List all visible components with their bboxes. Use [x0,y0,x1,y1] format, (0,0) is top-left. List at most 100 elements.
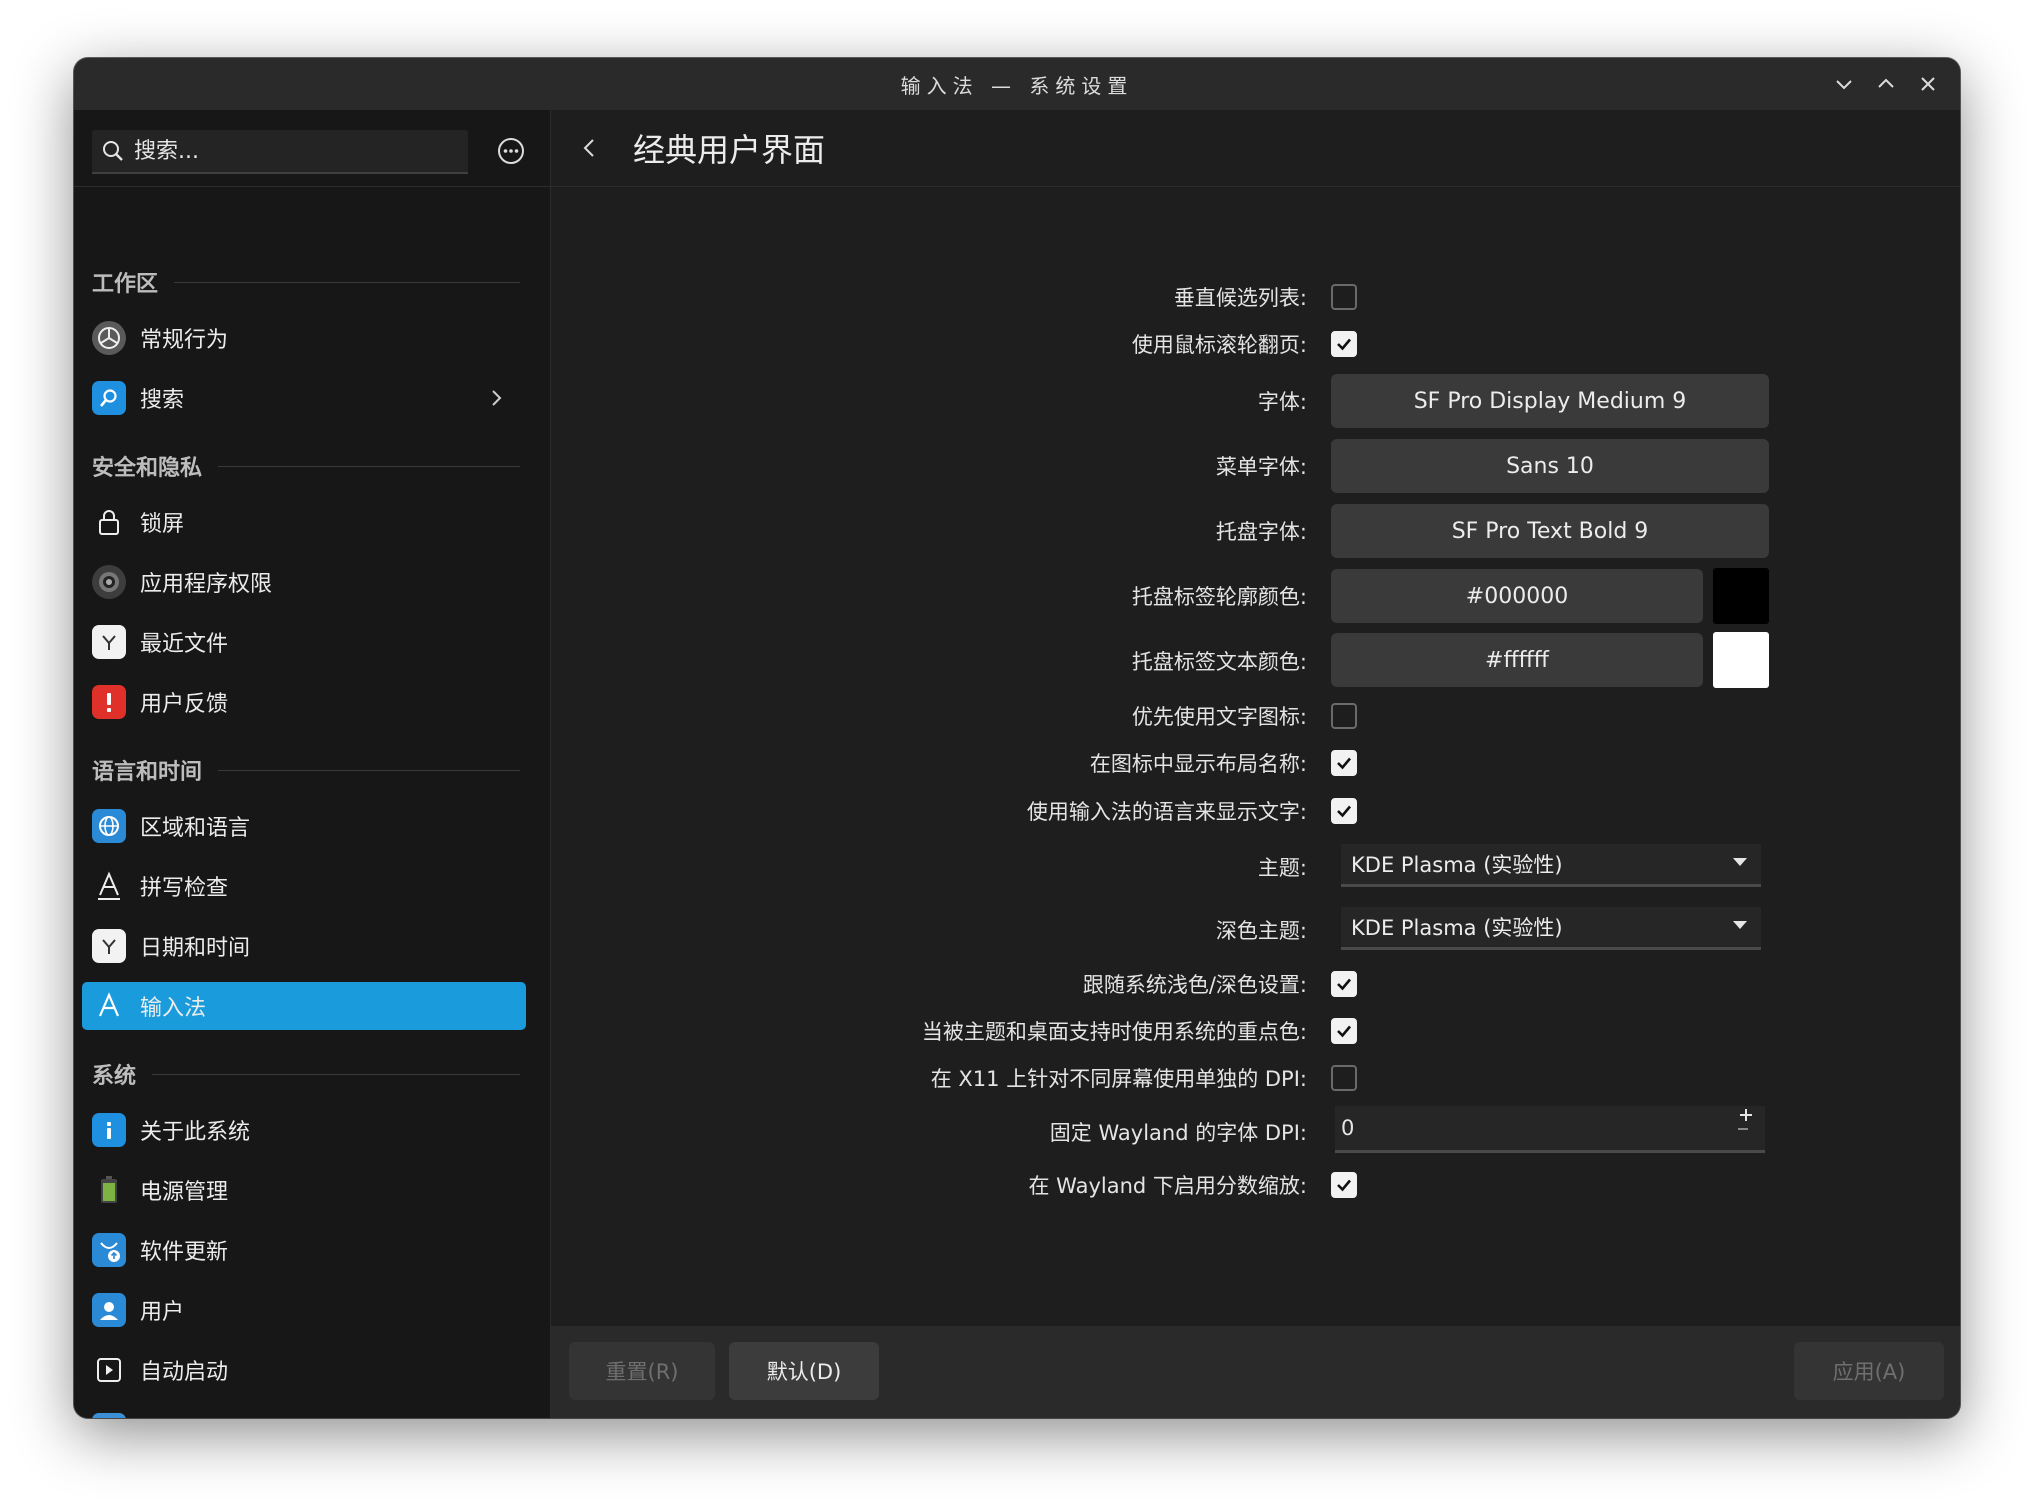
tray-font-select-button[interactable]: SF Pro Text Bold 9 [1331,504,1769,558]
sidebar-item-feedback[interactable]: 用户反馈 [82,678,526,726]
input-method-icon [92,989,126,1023]
search-input[interactable] [132,137,456,165]
wayland-fractional-label: 在 Wayland 下启用分数缩放: [1028,1174,1308,1198]
app-permissions-icon [92,565,126,599]
use-im-language-label: 使用输入法的语言来显示文字: [1026,800,1307,824]
sidebar-item-label: 应用程序权限 [140,572,273,597]
show-layout-name-checkbox[interactable] [1331,750,1357,776]
sidebar-item-label: 输入法 [140,996,207,1021]
accent-color-label: 当被主题和桌面支持时使用系统的重点色: [921,1020,1307,1044]
sidebar-item-region-language[interactable]: 区域和语言 [82,802,526,850]
font-select-button[interactable]: SF Pro Display Medium 9 [1331,374,1769,428]
feedback-icon [92,685,126,719]
close-button[interactable] [1912,68,1944,100]
spellcheck-icon [92,869,126,903]
wayland-dpi-label: 固定 Wayland 的字体 DPI: [1049,1121,1307,1145]
spinbox-stepper[interactable] [1735,1106,1757,1150]
user-icon [92,1293,126,1327]
title-bar: 输入法 — 系统设置 [74,58,1960,110]
theme-label: 主题: [1257,856,1307,880]
tray-text-color-swatch[interactable] [1713,632,1769,688]
sidebar-item-label: 自动启动 [140,1360,229,1385]
section-system: 系统 [92,1054,520,1094]
search-box[interactable] [92,130,468,174]
use-im-language-checkbox[interactable] [1331,798,1357,824]
prefer-text-icon-checkbox[interactable] [1331,703,1357,729]
sidebar-item-software-update[interactable]: 软件更新 [82,1226,526,1274]
section-label: 安全和隐私 [92,456,203,481]
section-language-time: 语言和时间 [92,750,520,790]
chevron-up-icon [1878,78,1894,88]
accent-color-checkbox[interactable] [1331,1018,1357,1044]
apply-button[interactable]: 应用(A) [1794,1342,1944,1400]
sidebar-header [74,110,550,187]
sidebar-item-label: 最近文件 [140,632,229,657]
dark-theme-select[interactable]: KDE Plasma (实验性) [1341,907,1761,950]
session-icon [92,1413,126,1418]
clock-icon [92,929,126,963]
sidebar-item-label: 区域和语言 [140,816,251,841]
chevron-down-icon [1836,80,1852,90]
more-options-button[interactable] [494,134,528,168]
sidebar-item-label: 用户反馈 [140,692,229,717]
section-workspace: 工作区 [92,262,520,302]
lock-icon [92,505,126,539]
wayland-fractional-checkbox[interactable] [1331,1172,1357,1198]
sidebar: 工作区 常规行为 搜索 安全和隐私 锁屏 [74,110,550,1418]
checkmark-icon [1337,978,1351,991]
prefer-text-icon-label: 优先使用文字图标: [1131,705,1307,729]
sidebar-item-label: 用户 [140,1300,185,1325]
tray-outline-color-button[interactable]: #000000 [1331,569,1703,623]
checkmark-icon [1337,338,1351,351]
sidebar-item-app-permissions[interactable]: 应用程序权限 [82,558,526,606]
increment-icon [1740,1109,1752,1121]
sidebar-item-autostart[interactable]: 自动启动 [82,1346,526,1394]
main-panel: 经典用户界面 垂直候选列表: 使用鼠标滚轮翻页: 字体: SF Pro Disp… [550,110,1960,1418]
sidebar-item-search[interactable]: 搜索 [82,374,526,422]
sidebar-item-session[interactable]: 会话 [82,1406,526,1418]
maximize-button[interactable] [1870,68,1902,100]
sidebar-item-power[interactable]: 电源管理 [82,1166,526,1214]
sidebar-item-label: 会话 [140,1414,184,1418]
dark-theme-value: KDE Plasma (实验性) [1351,916,1563,940]
software-update-icon [92,1233,126,1267]
sidebar-item-label: 常规行为 [140,328,229,353]
section-security-privacy: 安全和隐私 [92,446,520,486]
tray-font-label: 托盘字体: [1215,520,1307,544]
sidebar-item-general-behavior[interactable]: 常规行为 [82,314,526,362]
globe-icon [92,809,126,843]
theme-select[interactable]: KDE Plasma (实验性) [1341,844,1761,887]
sidebar-item-input-method[interactable]: 输入法 [82,982,526,1030]
tray-text-color-button[interactable]: #ffffff [1331,633,1703,687]
autostart-icon [92,1353,126,1387]
sidebar-item-label: 搜索 [140,388,185,413]
sidebar-item-about-system[interactable]: 关于此系统 [82,1106,526,1154]
section-label: 工作区 [92,272,159,297]
sidebar-item-date-time[interactable]: 日期和时间 [82,922,526,970]
tray-outline-color-swatch[interactable] [1713,568,1769,624]
sidebar-item-lock-screen[interactable]: 锁屏 [82,498,526,546]
menu-font-select-button[interactable]: Sans 10 [1331,439,1769,493]
wayland-dpi-spinbox[interactable]: 0 [1335,1106,1765,1153]
sidebar-item-label: 锁屏 [140,512,185,537]
sidebar-item-spellcheck[interactable]: 拼写检查 [82,862,526,910]
settings-form: 垂直候选列表: 使用鼠标滚轮翻页: 字体: SF Pro Display Med… [551,110,1960,1310]
chevron-right-icon [484,386,508,410]
x11-dpi-checkbox[interactable] [1331,1065,1357,1091]
dark-theme-label: 深色主题: [1215,919,1307,943]
battery-icon [92,1173,126,1207]
sidebar-item-label: 软件更新 [140,1240,229,1265]
defaults-button[interactable]: 默认(D) [729,1342,879,1400]
minimize-button[interactable] [1828,68,1860,100]
section-label: 语言和时间 [92,760,203,785]
follow-system-label: 跟随系统浅色/深色设置: [1082,973,1307,997]
sidebar-item-users[interactable]: 用户 [82,1286,526,1334]
vertical-list-checkbox[interactable] [1331,284,1357,310]
checkmark-icon [1337,805,1351,818]
settings-window: 输入法 — 系统设置 工作区 [74,58,1960,1418]
sidebar-item-label: 日期和时间 [140,936,251,961]
follow-system-checkbox[interactable] [1331,971,1357,997]
sidebar-item-recent-files[interactable]: 最近文件 [82,618,526,666]
scroll-paging-checkbox[interactable] [1331,331,1357,357]
reset-button[interactable]: 重置(R) [569,1342,715,1400]
